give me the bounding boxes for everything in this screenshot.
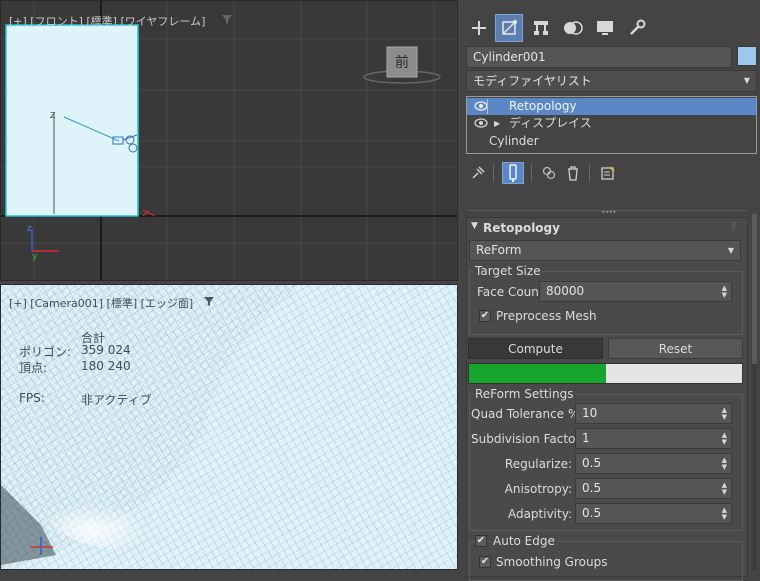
motion-icon[interactable]	[559, 14, 587, 42]
stack-item-cylinder[interactable]: Cylinder	[467, 133, 756, 150]
create-icon[interactable]	[465, 14, 493, 42]
retopology-rollout: ▼ Retopology ⠿ ReForm ▼ Target Size Face…	[466, 217, 748, 581]
utilities-icon[interactable]	[623, 14, 651, 42]
viewcube-face-label: 前	[395, 55, 409, 71]
make-unique-icon[interactable]	[538, 162, 560, 184]
svg-text:z: z	[27, 224, 32, 234]
scrollbar-thumb[interactable]	[752, 214, 757, 364]
spinner-arrows-icon[interactable]: ▲ ▼	[722, 457, 727, 471]
regularize-spinner[interactable]: 0.5 ▲ ▼	[575, 453, 732, 474]
stats-vertices-label: 頂点:	[19, 361, 48, 375]
chevron-down-icon: ▼	[743, 76, 750, 85]
modifier-list-label: モディファイヤリスト	[473, 74, 592, 88]
smoothing-groups-label: Smoothing Groups	[496, 555, 608, 569]
progress-fill	[469, 364, 606, 383]
regularize-value: 0.5	[582, 456, 602, 470]
spinner-arrows-icon[interactable]: ▲ ▼	[722, 407, 727, 421]
camera-viewport-label[interactable]: [+] [Camera001] [標準] [エッジ面]	[9, 295, 193, 311]
spinner-arrows-icon[interactable]: ▲ ▼	[722, 507, 727, 521]
quad-tolerance-label: Quad Tolerance %:	[471, 407, 584, 421]
configure-sets-icon[interactable]	[597, 162, 619, 184]
viewcube[interactable]: 前	[363, 41, 441, 87]
object-name-text: Cylinder001	[473, 50, 546, 64]
smoothing-groups-checkbox[interactable]: ✔	[479, 556, 491, 568]
face-count-label: Face Count:	[477, 285, 548, 299]
stats-polygons-label: ポリゴン:	[19, 345, 72, 359]
anisotropy-label: Anisotropy:	[504, 482, 572, 496]
adaptivity-spinner[interactable]: 0.5 ▲ ▼	[575, 503, 732, 524]
modifier-list-dropdown[interactable]: モディファイヤリスト ▼	[466, 70, 757, 92]
object-name-field[interactable]: Cylinder001	[466, 46, 732, 68]
subdivision-factor-label: Subdivision Factor:	[471, 432, 585, 446]
filter-icon[interactable]	[221, 13, 233, 25]
display-icon[interactable]	[591, 14, 619, 42]
svg-text:Z: Z	[50, 111, 56, 120]
reset-button[interactable]: Reset	[608, 338, 743, 359]
method-label: ReForm	[476, 243, 522, 257]
spinner-arrows-icon[interactable]: ▲ ▼	[722, 432, 727, 446]
face-count-value: 80000	[546, 284, 585, 298]
adaptivity-label: Adaptivity:	[507, 507, 572, 521]
face-count-spinner[interactable]: 80000 ▲ ▼	[539, 281, 732, 302]
subdivision-factor-value: 1	[582, 431, 590, 445]
target-size-label: Target Size	[473, 264, 543, 278]
stats-polygons-value: 359 024	[81, 343, 131, 357]
rollout-title[interactable]: Retopology	[483, 221, 560, 235]
subdivision-factor-spinner[interactable]: 1 ▲ ▼	[575, 428, 732, 449]
stack-item-label: ディスプレイス	[509, 116, 592, 130]
compute-button[interactable]: Compute	[468, 338, 603, 359]
stack-item-label: Retopology	[509, 99, 577, 113]
svg-text:y: y	[32, 252, 38, 262]
modifier-stack: Retopology ▶ ディスプレイス Cylinder	[466, 96, 757, 154]
preprocess-mesh-checkbox[interactable]: ✔	[479, 310, 491, 322]
stats-fps-label: FPS:	[19, 391, 45, 405]
filter-icon[interactable]	[203, 295, 215, 307]
grip-icon: ⠿	[731, 222, 737, 230]
quad-tolerance-value: 10	[582, 406, 598, 420]
front-viewport[interactable]: Z z y [+] [フロント] [標準] [ワイヤフレーム] 前	[0, 0, 458, 281]
show-end-result-icon[interactable]	[502, 162, 524, 184]
preprocess-mesh-label: Preprocess Mesh	[496, 309, 597, 323]
stack-item-label: Cylinder	[489, 134, 539, 148]
stack-item-displace[interactable]: ▶ ディスプレイス	[467, 115, 756, 132]
method-dropdown[interactable]: ReForm ▼	[469, 240, 741, 261]
stack-item-retopology[interactable]: Retopology	[467, 98, 756, 115]
stats-vertices-value: 180 240	[81, 359, 131, 373]
auto-edge-label: Auto Edge	[491, 534, 557, 548]
adaptivity-value: 0.5	[582, 506, 602, 520]
pin-stack-icon[interactable]	[467, 162, 489, 184]
regularize-label: Regularize:	[504, 457, 572, 471]
chevron-down-icon: ▼	[727, 246, 734, 255]
progress-bar	[468, 363, 743, 384]
stats-fps-value: 非アクティブ	[81, 393, 152, 407]
command-panel: Cylinder001 モディファイヤリスト ▼ Retopology ▶ ディ…	[461, 0, 760, 581]
quad-tolerance-spinner[interactable]: 10 ▲ ▼	[575, 403, 732, 424]
spinner-arrows-icon[interactable]: ▲ ▼	[722, 285, 727, 299]
anisotropy-value: 0.5	[582, 481, 602, 495]
wireframe-mesh	[1, 285, 457, 569]
panel-scrollbar[interactable]	[752, 214, 757, 570]
remove-modifier-icon[interactable]	[562, 162, 584, 184]
object-color-swatch[interactable]	[737, 46, 757, 66]
camera-viewport[interactable]: [+] [Camera001] [標準] [エッジ面] 合計 ポリゴン: 359…	[0, 284, 458, 570]
grip-icon: ••••	[601, 208, 617, 217]
collapse-arrow-icon[interactable]: ▼	[471, 221, 478, 231]
anisotropy-spinner[interactable]: 0.5 ▲ ▼	[575, 478, 732, 499]
auto-edge-checkbox[interactable]: ✔	[475, 535, 487, 547]
reform-settings-label: ReForm Settings	[473, 387, 576, 401]
spinner-arrows-icon[interactable]: ▲ ▼	[722, 482, 727, 496]
expand-arrow-icon[interactable]: ▶	[494, 115, 500, 132]
hierarchy-icon[interactable]	[527, 14, 555, 42]
front-viewport-label[interactable]: [+] [フロント] [標準] [ワイヤフレーム]	[9, 13, 205, 29]
modify-icon[interactable]	[495, 14, 523, 42]
